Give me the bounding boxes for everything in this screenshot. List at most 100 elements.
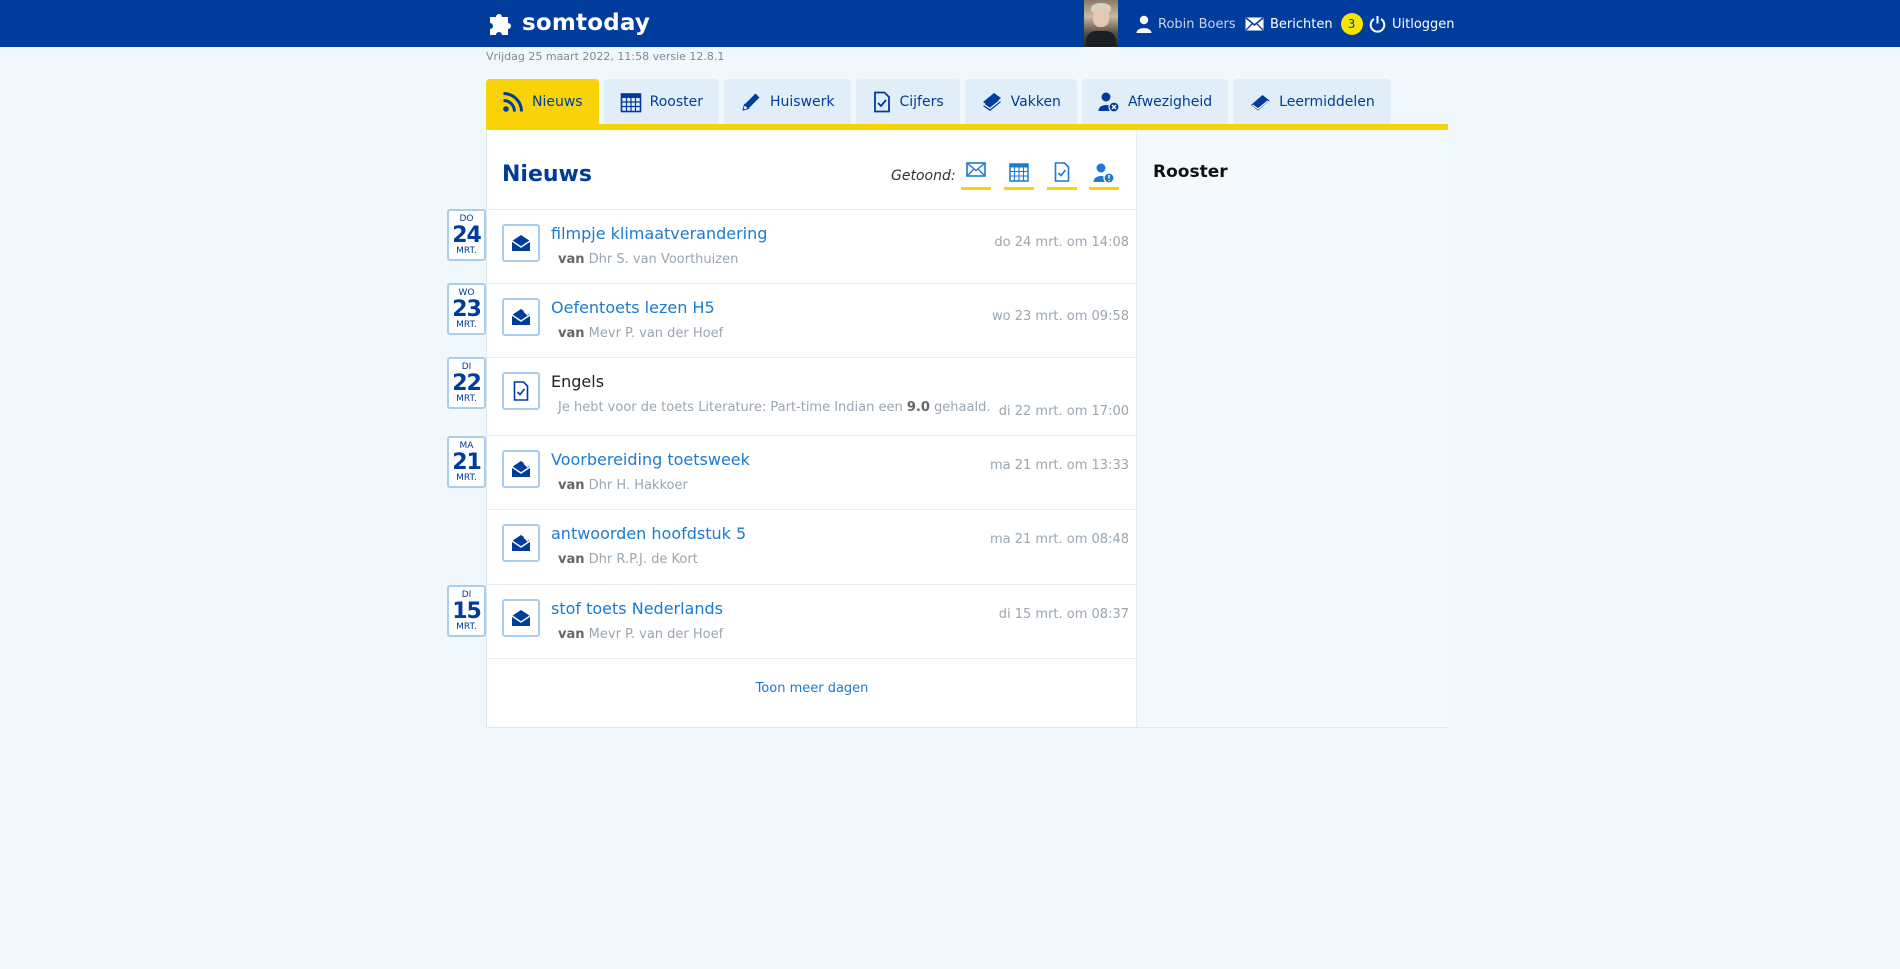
date-day: 24 [452, 223, 482, 248]
absence-icon [1093, 163, 1115, 184]
grade-message: Je hebt voor de toets Literature: Part-t… [558, 400, 990, 415]
content-panel: Nieuws Getoond: filmpje klimaatveranderi… [486, 130, 1448, 728]
news-item-title[interactable]: Oefentoets lezen H5 [551, 298, 715, 317]
tab-nieuws[interactable]: Nieuws [486, 79, 599, 125]
message-type-badge [502, 524, 540, 562]
grade-doc-icon [1054, 162, 1070, 182]
message-type-badge [502, 224, 540, 262]
date-day: 22 [452, 371, 482, 396]
avatar[interactable] [1084, 0, 1118, 47]
tab-label: Leermiddelen [1279, 94, 1375, 110]
envelope-attachment-icon [511, 309, 531, 325]
main-tabs: Nieuws Rooster Huiswerk Cijfers Vakken A… [486, 79, 1396, 125]
news-item-time: ma 21 mrt. om 08:48 [989, 532, 1129, 547]
messages-link[interactable]: Berichten 3 [1245, 12, 1363, 36]
date-marker: DO 24 MRT. [447, 209, 486, 261]
news-item-sender: van Dhr S. van Voorthuizen [558, 252, 738, 267]
tab-cijfers[interactable]: Cijfers [855, 79, 960, 125]
sender-name: Dhr S. van Voorthuizen [588, 252, 739, 267]
news-item-time: di 22 mrt. om 17:00 [998, 404, 1129, 419]
sidebar-title: Rooster [1153, 162, 1228, 182]
date-month: MRT. [456, 394, 477, 404]
date-version-line: Vrijdag 25 maart 2022, 11:58 versie 12.8… [486, 50, 725, 63]
news-item-title[interactable]: filmpje klimaatverandering [551, 224, 767, 243]
date-marker: DI 22 MRT. [447, 357, 486, 409]
tab-leermiddelen[interactable]: Leermiddelen [1233, 79, 1391, 125]
news-item-title[interactable]: stof toets Nederlands [551, 599, 723, 618]
user-profile-link[interactable]: Robin Boers [1136, 12, 1236, 36]
date-marker: WO 23 MRT. [447, 283, 486, 335]
date-month: MRT. [456, 473, 477, 483]
somtoday-logo[interactable]: somtoday [486, 8, 650, 38]
envelope-attachment-icon [511, 461, 531, 477]
date-month: MRT. [456, 246, 477, 256]
messages-label: Berichten [1270, 16, 1333, 32]
calendar-icon [1009, 163, 1029, 182]
page-title: Nieuws [502, 162, 592, 187]
puzzle-logo-icon [490, 14, 511, 35]
envelope-icon [1245, 17, 1264, 31]
news-item-title[interactable]: Engels [551, 372, 604, 391]
grade-doc-icon [873, 91, 890, 113]
book-icon [1251, 95, 1270, 111]
sender-prefix: van [558, 478, 585, 493]
power-icon [1369, 16, 1386, 33]
news-item-title[interactable]: Voorbereiding toetsweek [551, 450, 750, 469]
tab-huiswerk[interactable]: Huiswerk [723, 79, 851, 125]
tab-label: Vakken [1010, 94, 1061, 110]
news-item[interactable]: antwoorden hoofdstuk 5 van Dhr R.P.J. de… [487, 510, 1137, 585]
news-item[interactable]: filmpje klimaatverandering van Dhr S. va… [487, 210, 1137, 284]
grade-type-badge [502, 372, 540, 410]
tab-label: Cijfers [899, 94, 944, 110]
sender-prefix: van [558, 552, 585, 567]
open-envelope-icon [511, 235, 531, 251]
date-marker: MA 21 MRT. [447, 436, 486, 488]
pencil-icon [742, 93, 760, 111]
tab-vakken[interactable]: Vakken [964, 79, 1077, 125]
news-item-sender: van Dhr R.P.J. de Kort [558, 552, 698, 567]
grade-doc-icon [513, 381, 529, 401]
sender-name: Mevr P. van der Hoef [588, 326, 724, 341]
filter-absence-toggle[interactable] [1089, 162, 1119, 190]
date-month: MRT. [456, 320, 477, 330]
rss-icon [503, 92, 523, 112]
news-item[interactable]: Oefentoets lezen H5 van Mevr P. van der … [487, 284, 1137, 358]
filter-label: Getoond: [891, 168, 956, 184]
grade-text-after: gehaald. [929, 400, 991, 415]
open-envelope-icon [511, 610, 531, 626]
logout-label: Uitloggen [1392, 16, 1455, 32]
unread-count-badge: 3 [1340, 13, 1363, 35]
tab-label: Rooster [649, 94, 703, 110]
brand-name: somtoday [522, 10, 651, 36]
show-more-days-link[interactable]: Toon meer dagen [487, 681, 1137, 696]
logout-button[interactable]: Uitloggen [1369, 12, 1455, 36]
sender-name: Dhr H. Hakkoer [588, 478, 688, 493]
news-item-title[interactable]: antwoorden hoofdstuk 5 [551, 524, 746, 543]
news-item-sender: van Mevr P. van der Hoef [558, 326, 723, 341]
filter-messages-toggle[interactable] [961, 162, 991, 190]
sender-name: Dhr R.P.J. de Kort [588, 552, 698, 567]
news-item[interactable]: Voorbereiding toetsweek van Dhr H. Hakko… [487, 436, 1137, 510]
news-item[interactable]: stof toets Nederlands van Mevr P. van de… [487, 585, 1137, 659]
user-icon [1136, 15, 1152, 33]
filter-grades-toggle[interactable] [1047, 162, 1077, 190]
tab-label: Huiswerk [769, 94, 835, 110]
news-item-time: do 24 mrt. om 14:08 [994, 235, 1129, 250]
sender-name: Mevr P. van der Hoef [588, 627, 724, 642]
grade-text-before: Je hebt voor de toets Literature: Part-t… [558, 400, 907, 415]
tab-afwezigheid[interactable]: Afwezigheid [1081, 79, 1229, 125]
envelope-icon [966, 162, 986, 177]
tab-label: Nieuws [532, 94, 583, 110]
news-item-time: wo 23 mrt. om 09:58 [992, 309, 1129, 324]
news-item-sender: van Mevr P. van der Hoef [558, 627, 723, 642]
absence-icon [1098, 92, 1120, 113]
filter-schedule-toggle[interactable] [1004, 162, 1034, 190]
grade-value: 9.0 [906, 400, 930, 415]
news-item-sender: van Dhr H. Hakkoer [558, 478, 688, 493]
tab-rooster[interactable]: Rooster [603, 79, 719, 125]
news-item[interactable]: Engels Je hebt voor de toets Literature:… [487, 358, 1137, 436]
date-month: MRT. [456, 622, 477, 632]
user-name: Robin Boers [1158, 16, 1236, 32]
envelope-attachment-icon [511, 535, 531, 551]
sender-prefix: van [558, 326, 585, 341]
